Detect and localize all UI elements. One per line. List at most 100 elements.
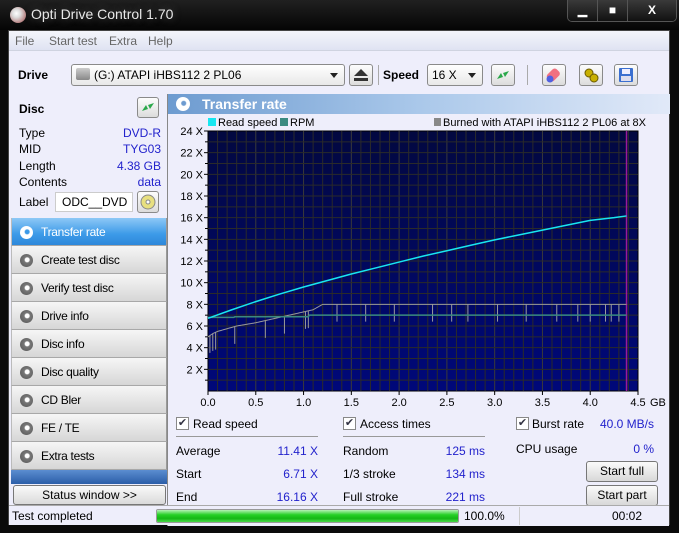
disc-contents-key: Contents <box>19 175 68 189</box>
status-bar: Test completed 100.0% 00:02 <box>9 505 669 525</box>
save-button[interactable] <box>614 64 638 86</box>
client-area: File Start test Extra Help Drive (G:) AT… <box>8 30 670 526</box>
y-tick-label: 22 X <box>180 148 203 160</box>
status-window-button[interactable]: Status window >> <box>13 485 166 505</box>
cpu-usage-label: CPU usage <box>516 442 578 456</box>
read-speed-checkbox[interactable]: ✔ <box>176 417 189 430</box>
y-tick-label: 2 X <box>186 364 203 376</box>
disc-label-button[interactable] <box>137 191 159 213</box>
burst-rate-checkbox[interactable]: ✔ <box>516 417 529 430</box>
speed-label: Speed <box>383 68 420 82</box>
menu-start-test[interactable]: Start test <box>49 34 97 48</box>
random-label: Random <box>343 444 389 458</box>
transfer-rate-icon <box>20 226 33 239</box>
floppy-save-icon <box>619 68 633 82</box>
menu-bar: File Start test Extra Help <box>9 31 669 51</box>
access-times-checkbox[interactable]: ✔ <box>343 417 356 430</box>
menu-extra[interactable]: Extra <box>109 34 137 48</box>
nav-create-test-disc[interactable]: Create test disc <box>11 246 167 274</box>
disc-type-value: DVD-R <box>123 126 161 140</box>
nav-label: Transfer rate <box>41 225 106 239</box>
legend-burn-swatch <box>434 118 441 126</box>
speed-select[interactable]: 16 X <box>427 64 483 86</box>
disc-mid-key: MID <box>19 142 41 156</box>
x-tick-label: 4.5 <box>630 397 645 409</box>
end-value: 16.16 X <box>276 490 318 504</box>
speed-value: 16 X <box>432 68 457 82</box>
transfer-rate-chart: Read speed RPM Burned with ATAPI iHBS112… <box>180 117 666 409</box>
read-speed-label: Read speed <box>193 417 258 431</box>
nav-verify-test-disc[interactable]: Verify test disc <box>11 274 167 302</box>
end-label: End <box>176 490 198 504</box>
nav-fe-te[interactable]: FE / TE <box>11 414 167 442</box>
legend-rpm-swatch <box>280 118 288 126</box>
toolbar: Drive (G:) ATAPI iHBS112 2 PL06 Speed 16… <box>9 52 669 96</box>
panel-title: Transfer rate <box>202 96 287 112</box>
start-part-button[interactable]: Start part <box>586 485 658 506</box>
nav-label: Drive info <box>41 309 89 323</box>
y-tick-label: 8 X <box>186 299 203 311</box>
disc-contents-row: Contents data <box>19 175 161 191</box>
extra-tests-icon <box>20 450 33 463</box>
refresh-arrows-icon <box>497 71 509 79</box>
maximize-button[interactable]: ■ <box>598 0 628 21</box>
disc-length-value: 4.38 GB <box>116 159 161 173</box>
nav-label: Disc quality <box>41 365 99 379</box>
chevron-down-icon <box>330 73 338 78</box>
y-tick-label: 16 X <box>180 213 203 225</box>
legend-read-speed: Read speed <box>218 117 277 129</box>
third-stroke-label: 1/3 stroke <box>343 467 396 481</box>
nav-disc-quality[interactable]: Disc quality <box>11 358 167 386</box>
fe-te-icon <box>20 422 33 435</box>
disc-mid-row: MID TYG03 <box>19 142 161 158</box>
chevron-down-icon <box>468 73 476 78</box>
average-value: 11.41 X <box>277 444 318 458</box>
nav-label: Create test disc <box>41 253 120 267</box>
start-full-button[interactable]: Start full <box>586 461 658 482</box>
disc-length-row: Length 4.38 GB <box>19 159 161 175</box>
drive-icon <box>76 68 90 80</box>
disc-type-row: Type DVD-R <box>19 126 161 142</box>
start-label: Start <box>176 467 202 481</box>
erase-button[interactable] <box>542 64 566 86</box>
progress-fill <box>157 510 458 522</box>
minimize-button[interactable]: ▁ <box>568 0 598 21</box>
menu-help[interactable]: Help <box>148 34 173 48</box>
y-tick-label: 4 X <box>186 343 203 355</box>
x-tick-label: 0.0 <box>200 397 215 409</box>
random-value: 125 ms <box>445 444 485 458</box>
eject-button[interactable] <box>349 64 373 86</box>
panel-header: Transfer rate <box>168 94 670 114</box>
disc-mid-value: TYG03 <box>122 142 161 156</box>
refresh-button[interactable] <box>491 64 515 86</box>
nav-cd-bler[interactable]: CD Bler <box>11 386 167 414</box>
sidebar: Disc Type DVD-R MID TYG03 Length 4.38 GB Co… <box>11 94 167 526</box>
disc-type-key: Type <box>19 126 46 140</box>
full-stroke-value: 221 ms <box>445 490 485 504</box>
close-button[interactable]: X <box>628 0 676 21</box>
drive-label: Drive <box>18 68 49 82</box>
nav-transfer-rate[interactable]: Transfer rate <box>11 218 167 246</box>
third-stroke-value: 134 ms <box>445 467 485 481</box>
menu-file[interactable]: File <box>15 34 34 48</box>
eject-icon <box>354 69 368 81</box>
cd-icon <box>140 194 156 210</box>
nav-label: Disc info <box>41 337 85 351</box>
verify-disc-icon <box>20 282 33 295</box>
settings-button[interactable] <box>579 64 603 86</box>
app-disc-icon <box>10 7 26 23</box>
nav-disc-info[interactable]: Disc info <box>11 330 167 358</box>
drive-value: (G:) ATAPI iHBS112 2 PL06 <box>94 68 242 82</box>
cpu-usage-value: 0 % <box>633 442 654 456</box>
start-value: 6.71 X <box>283 467 318 481</box>
nav-label: FE / TE <box>41 421 80 435</box>
drive-select[interactable]: (G:) ATAPI iHBS112 2 PL06 <box>71 64 345 86</box>
app-window: Opti Drive Control 1.70 ▁ ■ X File Start… <box>0 0 679 533</box>
disc-quality-icon <box>20 366 33 379</box>
disc-label-field[interactable]: ODC__DVD <box>55 192 133 212</box>
nav-extra-tests[interactable]: Extra tests <box>11 442 167 470</box>
nav-drive-info[interactable]: Drive info <box>11 302 167 330</box>
legend-rpm: RPM <box>290 117 314 129</box>
y-tick-label: 10 X <box>180 278 203 290</box>
disc-refresh-button[interactable] <box>137 97 159 118</box>
